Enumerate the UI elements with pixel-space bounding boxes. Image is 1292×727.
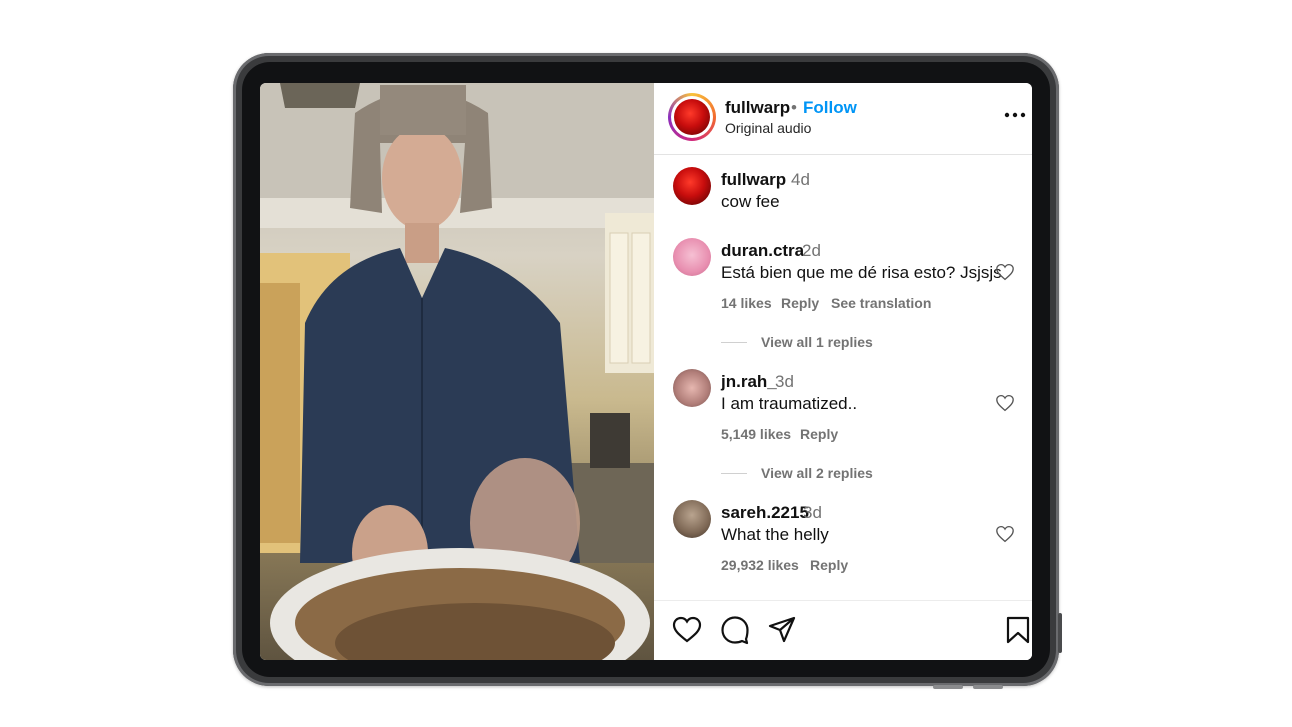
comment-icon[interactable] xyxy=(720,615,750,645)
view-replies-button[interactable]: View all 1 replies xyxy=(761,334,873,350)
comment-time: 4d xyxy=(791,170,810,189)
avatar-image xyxy=(674,99,710,135)
comment-time: 3d xyxy=(803,503,822,522)
comment-time: 2d xyxy=(802,241,821,260)
instagram-post-screen: fullwarp • Follow Original audio fullwar… xyxy=(260,83,1032,660)
heart-icon[interactable] xyxy=(995,394,1015,412)
comment-text: Está bien que me dé risa esto? Jsjsjs xyxy=(721,263,1002,282)
divider xyxy=(721,342,747,343)
avatar[interactable] xyxy=(673,369,711,407)
heart-icon[interactable] xyxy=(672,615,702,645)
separator-dot: • xyxy=(791,98,797,117)
comment-text: What the helly xyxy=(721,525,829,544)
reply-button[interactable]: Reply xyxy=(800,426,838,442)
post-side-panel: fullwarp • Follow Original audio fullwar… xyxy=(654,83,1032,660)
video-frame-illustration xyxy=(260,83,654,660)
author-avatar[interactable] xyxy=(668,93,716,141)
comments-list[interactable]: fullwarp 4d cow fee duran.ctra 2d Está b… xyxy=(654,155,1032,600)
send-icon[interactable] xyxy=(767,615,797,645)
comment-text: cow fee xyxy=(721,192,780,211)
follow-button[interactable]: Follow xyxy=(803,98,857,118)
audio-label[interactable]: Original audio xyxy=(725,120,811,136)
like-count[interactable]: 14 likes xyxy=(721,295,772,311)
see-translation-link[interactable]: See translation xyxy=(831,295,931,311)
bookmark-icon[interactable] xyxy=(1003,615,1032,645)
author-username[interactable]: fullwarp xyxy=(725,98,790,118)
avatar[interactable] xyxy=(673,167,711,205)
comment-username[interactable]: jn.rah_ xyxy=(721,372,777,392)
reply-button[interactable]: Reply xyxy=(810,557,848,573)
reply-button[interactable]: Reply xyxy=(781,295,819,311)
volume-button-2 xyxy=(973,685,1003,689)
volume-button-1 xyxy=(933,685,963,689)
avatar[interactable] xyxy=(673,500,711,538)
heart-icon[interactable] xyxy=(995,263,1015,281)
post-header: fullwarp • Follow Original audio xyxy=(654,83,1032,155)
more-horizontal-icon[interactable] xyxy=(1002,105,1028,125)
reel-video[interactable] xyxy=(260,83,654,660)
like-count[interactable]: 29,932 likes xyxy=(721,557,799,573)
comment-username[interactable]: fullwarp xyxy=(721,170,786,190)
avatar[interactable] xyxy=(673,238,711,276)
action-bar xyxy=(654,600,1032,660)
comment-time: 3d xyxy=(775,372,794,391)
comment-username[interactable]: duran.ctra xyxy=(721,241,804,261)
comment-text: I am traumatized.. xyxy=(721,394,858,413)
like-count[interactable]: 5,149 likes xyxy=(721,426,791,442)
view-replies-button[interactable]: View all 2 replies xyxy=(761,465,873,481)
heart-icon[interactable] xyxy=(995,525,1015,543)
side-button xyxy=(1058,613,1062,653)
divider xyxy=(721,473,747,474)
comment-username[interactable]: sareh.2215 xyxy=(721,503,809,523)
